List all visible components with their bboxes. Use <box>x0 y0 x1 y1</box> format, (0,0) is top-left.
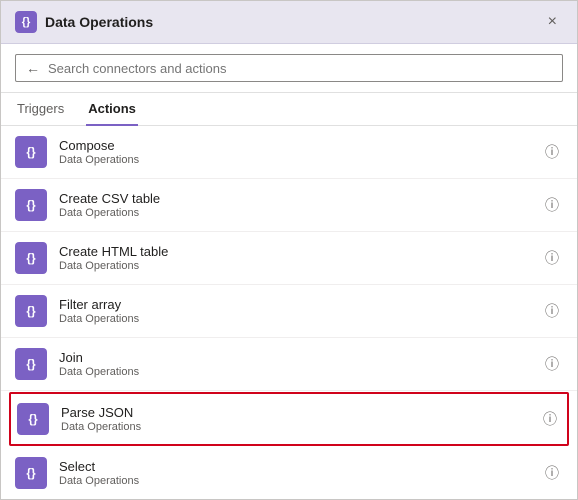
header-icon: {} <box>15 11 37 33</box>
close-button[interactable]: × <box>542 12 563 32</box>
info-icon-filter-array[interactable]: ⓘ <box>541 299 563 323</box>
action-name-compose: Compose <box>59 138 541 153</box>
action-text-create-csv: Create CSV table Data Operations <box>59 191 541 219</box>
action-icon-parse-json: {} <box>17 403 49 435</box>
action-item-parse-json[interactable]: {} Parse JSON Data Operations ⓘ <box>9 392 569 446</box>
tabs: Triggers Actions <box>1 93 577 126</box>
action-text-parse-json: Parse JSON Data Operations <box>61 405 539 433</box>
action-icon-create-csv: {} <box>15 189 47 221</box>
action-item-compose[interactable]: {} Compose Data Operations ⓘ <box>1 126 577 179</box>
tab-triggers[interactable]: Triggers <box>15 93 66 126</box>
action-icon-create-html: {} <box>15 242 47 274</box>
dialog-header: {} Data Operations × <box>1 1 577 44</box>
action-sub-select: Data Operations <box>59 475 541 487</box>
action-text-select: Select Data Operations <box>59 459 541 487</box>
action-text-filter-array: Filter array Data Operations <box>59 297 541 325</box>
dialog-header-left: {} Data Operations <box>15 11 153 33</box>
action-item-create-html[interactable]: {} Create HTML table Data Operations ⓘ <box>1 232 577 285</box>
action-item-filter-array[interactable]: {} Filter array Data Operations ⓘ <box>1 285 577 338</box>
action-name-create-html: Create HTML table <box>59 244 541 259</box>
action-name-select: Select <box>59 459 541 474</box>
action-text-compose: Compose Data Operations <box>59 138 541 166</box>
action-name-join: Join <box>59 350 541 365</box>
info-icon-parse-json[interactable]: ⓘ <box>539 407 561 431</box>
action-sub-create-csv: Data Operations <box>59 207 541 219</box>
dialog: {} Data Operations × ← Triggers Actions … <box>0 0 578 500</box>
action-name-parse-json: Parse JSON <box>61 405 539 420</box>
info-icon-create-csv[interactable]: ⓘ <box>541 193 563 217</box>
action-item-join[interactable]: {} Join Data Operations ⓘ <box>1 338 577 391</box>
search-input[interactable] <box>48 61 552 76</box>
action-icon-compose: {} <box>15 136 47 168</box>
back-arrow-icon[interactable]: ← <box>26 60 40 76</box>
action-sub-compose: Data Operations <box>59 154 541 166</box>
action-item-select[interactable]: {} Select Data Operations ⓘ <box>1 447 577 499</box>
search-input-wrap: ← <box>15 54 563 82</box>
dialog-title: Data Operations <box>45 14 153 30</box>
actions-list: {} Compose Data Operations ⓘ {} Create C… <box>1 126 577 499</box>
tab-actions[interactable]: Actions <box>86 93 138 126</box>
action-name-filter-array: Filter array <box>59 297 541 312</box>
info-icon-join[interactable]: ⓘ <box>541 352 563 376</box>
action-sub-create-html: Data Operations <box>59 260 541 272</box>
action-item-create-csv[interactable]: {} Create CSV table Data Operations ⓘ <box>1 179 577 232</box>
info-icon-compose[interactable]: ⓘ <box>541 140 563 164</box>
action-sub-join: Data Operations <box>59 366 541 378</box>
search-bar: ← <box>1 44 577 93</box>
action-icon-filter-array: {} <box>15 295 47 327</box>
action-text-create-html: Create HTML table Data Operations <box>59 244 541 272</box>
info-icon-create-html[interactable]: ⓘ <box>541 246 563 270</box>
action-text-join: Join Data Operations <box>59 350 541 378</box>
action-icon-join: {} <box>15 348 47 380</box>
info-icon-select[interactable]: ⓘ <box>541 461 563 485</box>
action-sub-parse-json: Data Operations <box>61 421 539 433</box>
action-name-create-csv: Create CSV table <box>59 191 541 206</box>
action-icon-select: {} <box>15 457 47 489</box>
action-sub-filter-array: Data Operations <box>59 313 541 325</box>
